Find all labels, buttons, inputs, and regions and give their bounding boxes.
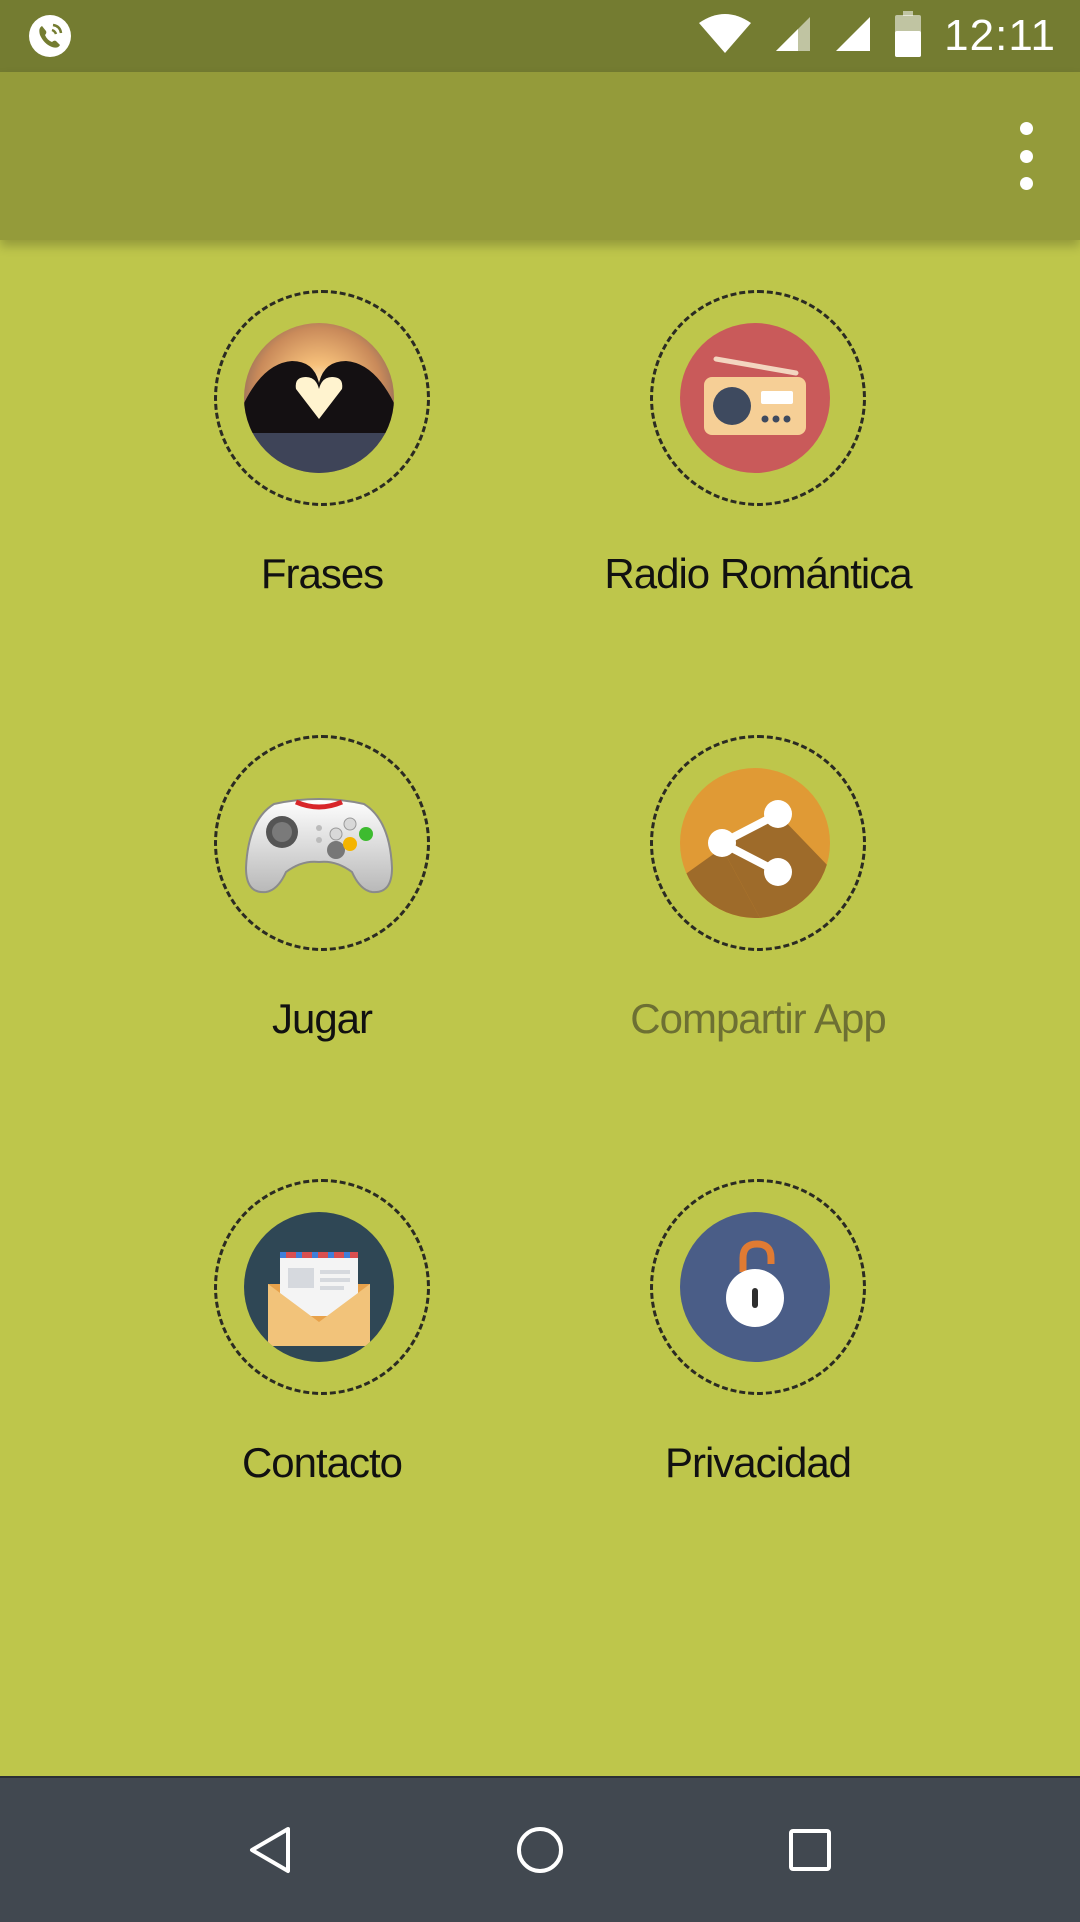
signal-icon [774, 15, 812, 58]
status-bar: 12:11 [0, 0, 1080, 72]
status-icons: 12:11 [698, 0, 1056, 72]
battery-icon [894, 10, 922, 62]
menu-item-frases[interactable]: Frases [122, 290, 522, 650]
gamepad-icon [244, 768, 394, 918]
home-icon[interactable] [504, 1814, 576, 1886]
share-icon [680, 768, 830, 918]
menu-item-jugar[interactable]: Jugar [122, 735, 522, 1095]
nav-bar [0, 1776, 1080, 1922]
back-icon[interactable] [234, 1814, 306, 1886]
menu-item-radio-romantica[interactable]: Radio Romántica [558, 290, 958, 650]
status-clock: 12:11 [944, 11, 1056, 60]
envelope-icon [244, 1212, 394, 1362]
radio-icon [680, 323, 830, 473]
app-bar [0, 72, 1080, 240]
menu-item-contacto[interactable]: Contacto [122, 1179, 522, 1539]
signal-icon [834, 15, 872, 58]
heart-hands-icon [244, 323, 394, 473]
menu-item-label: Jugar [271, 995, 373, 1042]
menu-item-privacidad[interactable]: Privacidad [558, 1179, 958, 1539]
wifi-icon [698, 13, 752, 60]
recents-icon[interactable] [774, 1814, 846, 1886]
phone-call-icon [28, 14, 72, 58]
menu-item-label: Contacto [241, 1439, 403, 1486]
unlocked-padlock-icon [680, 1212, 830, 1362]
more-vert-icon[interactable] [1002, 122, 1050, 190]
menu-item-label: Radio Romántica [604, 550, 912, 597]
menu-item-compartir-app[interactable]: Compartir App [558, 735, 958, 1095]
menu-item-label: Privacidad [664, 1439, 852, 1486]
menu-item-label: Frases [260, 550, 384, 597]
menu-item-label: Compartir App [630, 995, 886, 1042]
